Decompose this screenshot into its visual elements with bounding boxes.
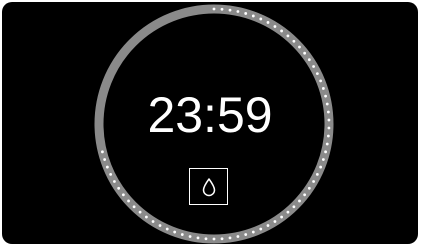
- progress-dot: [307, 58, 311, 62]
- progress-dot: [259, 227, 263, 231]
- progress-dot: [105, 165, 109, 169]
- progress-dot: [228, 236, 232, 240]
- progress-dot: [113, 180, 116, 183]
- progress-dot: [236, 235, 240, 238]
- progress-dot: [188, 235, 192, 238]
- progress-dot: [121, 193, 125, 197]
- progress-dot: [315, 72, 319, 75]
- progress-dot: [196, 236, 200, 240]
- progress-dot: [292, 205, 296, 209]
- progress-dot: [324, 150, 327, 154]
- progress-dot: [103, 158, 107, 161]
- progress-dot: [307, 186, 311, 190]
- progress-dot: [117, 186, 121, 190]
- progress-dot: [158, 224, 162, 227]
- progress-dot: [319, 165, 323, 169]
- progress-dot: [273, 25, 277, 28]
- progress-dot: [251, 14, 255, 18]
- progress-dot: [321, 87, 325, 90]
- progress-dot: [151, 220, 155, 223]
- time-readout: 23:59: [147, 87, 273, 143]
- progress-dot: [324, 94, 327, 98]
- progress-dot: [298, 45, 301, 49]
- progress-dot: [286, 34, 290, 38]
- progress-dot: [280, 29, 283, 33]
- progress-dot: [312, 65, 315, 68]
- progress-dot: [145, 215, 148, 219]
- progress-dot: [325, 102, 329, 106]
- progress-dot: [325, 142, 329, 146]
- progress-dot: [303, 193, 307, 197]
- progress-dot: [165, 227, 169, 231]
- progress-dot: [266, 21, 270, 24]
- progress-dot: [251, 230, 255, 234]
- progress-dot: [315, 173, 319, 176]
- progress-dot: [326, 110, 330, 114]
- progress-dot: [326, 134, 330, 138]
- progress-dot: [244, 12, 248, 15]
- progress-dot: [204, 237, 208, 241]
- progress-dot: [138, 210, 142, 214]
- progress-dot: [132, 205, 136, 209]
- progress-dot: [173, 230, 177, 234]
- progress-dot: [321, 158, 325, 161]
- progress-dot: [280, 215, 283, 219]
- progress-dot: [236, 10, 240, 13]
- water-drop-icon: [202, 177, 215, 196]
- progress-dot: [273, 220, 277, 223]
- progress-dot: [180, 233, 184, 236]
- timer-display-screen: 23:59: [2, 2, 418, 244]
- progress-dot: [303, 51, 307, 55]
- progress-dot: [298, 199, 301, 203]
- progress-dot: [220, 237, 224, 241]
- progress-dot: [220, 7, 224, 11]
- progress-dot: [127, 199, 130, 203]
- progress-dot: [327, 126, 331, 130]
- progress-dot: [327, 118, 331, 122]
- progress-dot: [244, 233, 248, 236]
- progress-dot: [101, 150, 104, 154]
- progress-dot: [319, 79, 323, 83]
- progress-dot: [286, 210, 290, 214]
- progress-dot: [212, 7, 216, 11]
- progress-dot: [109, 173, 113, 176]
- progress-dot: [228, 8, 232, 12]
- progress-dot: [292, 39, 296, 43]
- progress-dot: [259, 17, 263, 21]
- water-mode-button[interactable]: [189, 168, 228, 205]
- progress-dot: [266, 224, 270, 227]
- progress-dot: [312, 180, 315, 183]
- progress-dot: [212, 237, 216, 241]
